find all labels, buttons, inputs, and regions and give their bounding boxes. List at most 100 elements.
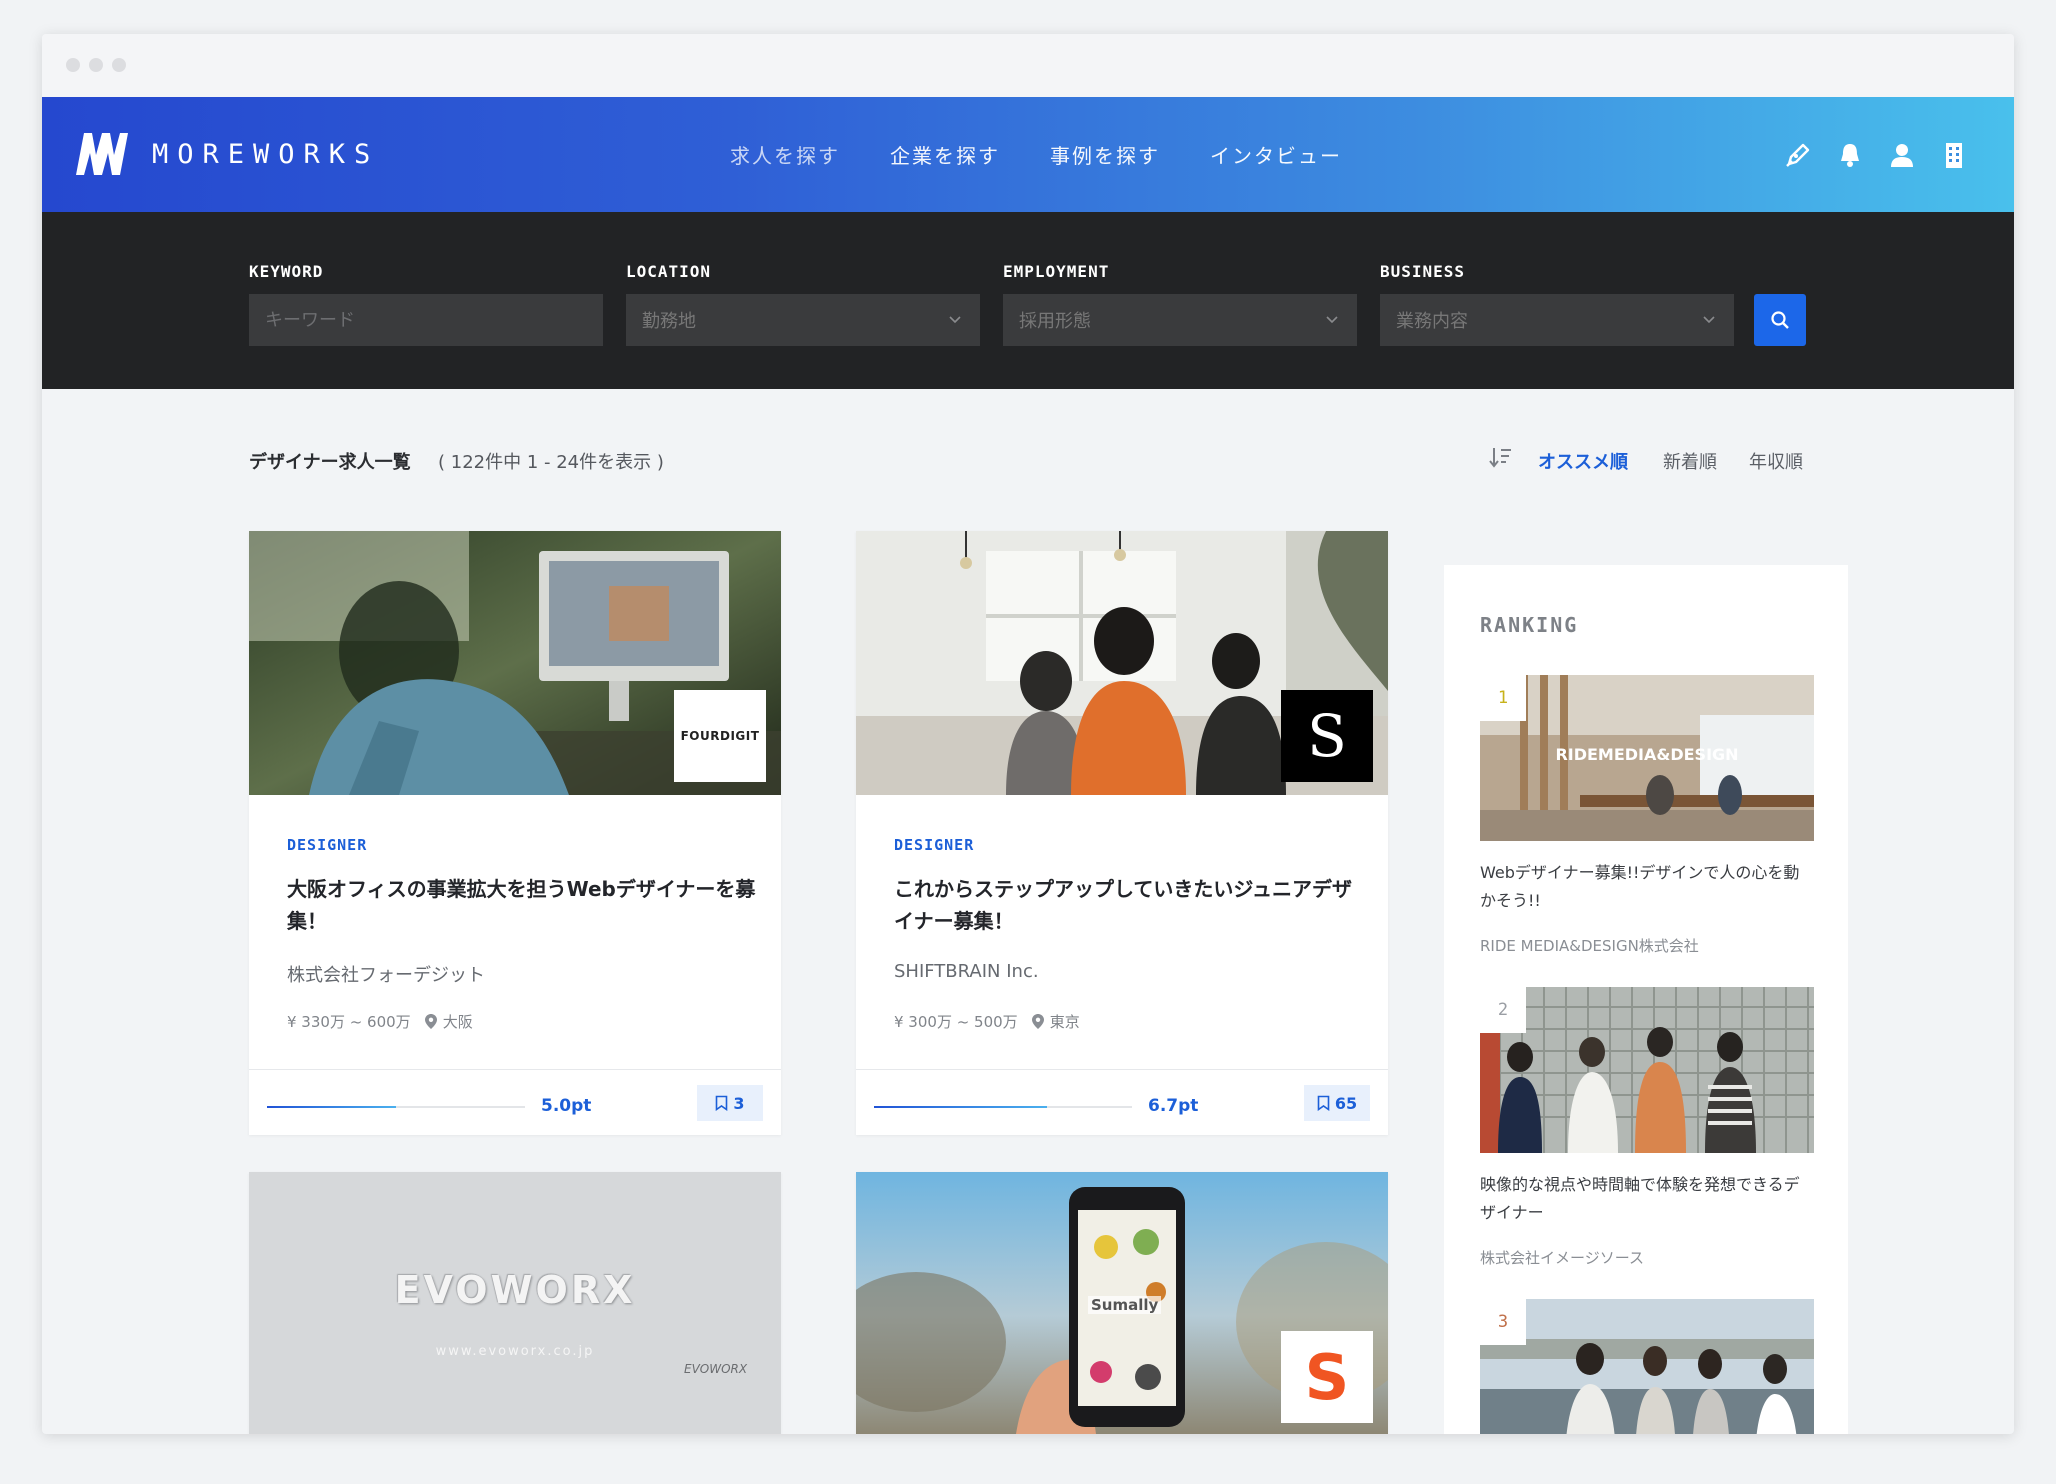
ranking-company[interactable]: 株式会社イメージソース [1480,1247,1814,1268]
job-card-image: Sumally S [856,1172,1388,1434]
window-maximize-dot[interactable] [112,58,126,72]
company-logo-text: S [1307,702,1347,770]
salary-range: ¥ 300万 ~ 500万 [894,1013,1018,1031]
chevron-down-icon [949,316,961,324]
job-title[interactable]: 大阪オフィスの事業拡大を担うWebデザイナーを募集！ [287,873,757,937]
browser-window: MOREWORKS 求人を探す 企業を探す 事例を探す インタビュー KEYWO… [42,34,2014,1434]
ranking-item[interactable]: RIDEMEDIA&DESIGN 1 Webデザイナー募集!!デザインで人の心を… [1480,675,1814,965]
salary-range: ¥ 330万 ~ 600万 [287,1013,411,1031]
score-bar [267,1106,525,1108]
sort-salary[interactable]: 年収順 [1749,448,1803,474]
header-actions [1766,135,1974,175]
keyword-label: KEYWORD [249,262,324,281]
image-url-text: www.evoworx.co.jp [435,1344,595,1359]
job-title[interactable]: これからステップアップしていきたいジュニアデザイナー募集！ [894,873,1364,937]
sort-icon [1489,448,1511,468]
company-logo-text: S [1304,1340,1350,1414]
job-card[interactable]: S DESIGNER これからステップアップしていきたいジュニアデザイナー募集！… [856,531,1388,1135]
ranking-heading: RANKING [1480,613,1579,637]
bookmark-button[interactable]: 65 [1304,1085,1370,1121]
score-bar-fill [874,1106,1047,1108]
score-points: 6.7pt [1148,1096,1199,1116]
bookmark-icon [716,1095,728,1111]
company-logo: S [1281,690,1373,782]
nav-item-jobs[interactable]: 求人を探す [730,140,840,169]
site-header: MOREWORKS 求人を探す 企業を探す 事例を探す インタビュー [42,97,2014,212]
job-location: 大阪 [442,1013,473,1031]
job-category-tag: DESIGNER [287,836,368,854]
chevron-down-icon [1703,316,1715,324]
company-logo: S [1281,1331,1373,1423]
bookmark-count: 65 [1334,1093,1358,1113]
pen-icon[interactable] [1778,135,1818,175]
card-divider [249,1069,781,1070]
sort-recommended[interactable]: オススメ順 [1538,448,1628,474]
company-name[interactable]: 株式会社フォーデジット [287,961,485,987]
ranking-image-text: RIDEMEDIA&DESIGN [1555,745,1739,764]
location-label: LOCATION [626,262,712,281]
main-nav: 求人を探す 企業を探す 事例を探す インタビュー [730,97,1392,212]
window-minimize-dot[interactable] [89,58,103,72]
keyword-input[interactable] [249,294,603,346]
search-panel: KEYWORD LOCATION 勤務地 EMPLOYMENT 採用形態 BUS… [42,212,2014,389]
image-wordmark: EVOWORX [394,1268,636,1312]
image-app-name: Sumally [1088,1296,1162,1314]
rank-number: 2 [1480,987,1526,1033]
business-select[interactable]: 業務内容 [1380,294,1734,346]
location-pin-icon [424,1014,437,1029]
employment-select[interactable]: 採用形態 [1003,294,1357,346]
employment-select-value: 採用形態 [1019,311,1091,332]
bookmark-button[interactable]: 3 [697,1085,763,1121]
bookmark-icon [1317,1095,1330,1111]
listing-count: ( 122件中 1 - 24件を表示 ) [438,452,664,473]
rank-number: 3 [1480,1299,1526,1345]
bookmark-count: 3 [733,1093,745,1113]
window-close-dot[interactable] [66,58,80,72]
ranking-image: 3 [1480,1299,1814,1434]
job-card-image: FOURDIGIT [249,531,781,795]
business-select-value: 業務内容 [1396,311,1468,332]
search-icon [1771,311,1789,329]
building-icon[interactable] [1934,135,1974,175]
browser-titlebar [42,34,2014,97]
site-logo[interactable]: MOREWORKS [76,133,379,175]
moreworks-logo-icon [76,133,128,175]
listing-title: デザイナー求人一覧 [249,452,411,473]
ranking-title[interactable]: 映像的な視点や時間軸で体験を発想できるデザイナー [1480,1171,1814,1227]
score-points: 5.0pt [541,1096,592,1116]
company-name[interactable]: SHIFTBRAIN Inc. [894,961,1039,982]
ranking-item[interactable]: 3 [1480,1299,1814,1434]
job-card[interactable]: Sumally S [856,1172,1388,1434]
ranking-title[interactable]: Webデザイナー募集!!デザインで人の心を動かそう!! [1480,859,1814,915]
location-select[interactable]: 勤務地 [626,294,980,346]
job-card-image: S [856,531,1388,795]
ranking-image: RIDEMEDIA&DESIGN 1 [1480,675,1814,841]
card-divider [856,1069,1388,1070]
nav-item-companies[interactable]: 企業を探す [890,140,1000,169]
ranking-company[interactable]: RIDE MEDIA&DESIGN株式会社 [1480,935,1814,956]
location-select-value: 勤務地 [642,311,696,332]
job-category-tag: DESIGNER [894,836,975,854]
search-button[interactable] [1754,294,1806,346]
ranking-image: 2 [1480,987,1814,1153]
score-bar-fill [267,1106,396,1108]
user-icon[interactable] [1882,135,1922,175]
sort-newest[interactable]: 新着順 [1663,448,1717,474]
chevron-down-icon [1326,316,1338,324]
nav-item-cases[interactable]: 事例を探す [1050,140,1160,169]
job-meta: ¥ 330万 ~ 600万 大阪 [287,1011,473,1032]
brand-name: MOREWORKS [152,138,380,170]
ranking-panel: RANKING RIDEMEDIA&DESIGN 1 Webデザイナー募集!!デ… [1444,565,1848,1434]
bell-icon[interactable] [1830,135,1870,175]
job-card[interactable]: EVOWORX www.evoworx.co.jp EVOWORX [249,1172,781,1434]
job-card[interactable]: FOURDIGIT DESIGNER 大阪オフィスの事業拡大を担うWebデザイナ… [249,531,781,1135]
score-bar [874,1106,1132,1108]
location-pin-icon [1031,1014,1044,1029]
image-small-wordmark: EVOWORX [684,1362,748,1376]
job-meta: ¥ 300万 ~ 500万 東京 [894,1011,1080,1032]
company-logo: FOURDIGIT [674,690,766,782]
job-card-image: EVOWORX www.evoworx.co.jp EVOWORX [249,1172,781,1434]
ranking-item[interactable]: 2 映像的な視点や時間軸で体験を発想できるデザイナー 株式会社イメージソース [1480,987,1814,1277]
business-label: BUSINESS [1380,262,1466,281]
nav-item-interviews[interactable]: インタビュー [1210,140,1342,169]
